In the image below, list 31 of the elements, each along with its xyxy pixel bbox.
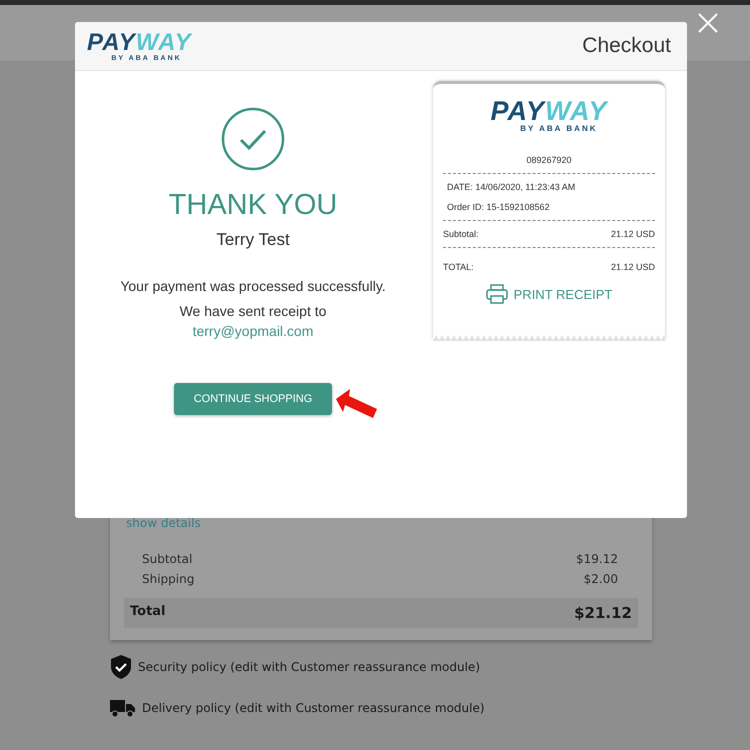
printer-icon xyxy=(486,284,508,304)
truck-icon xyxy=(110,698,136,718)
receipt-label: Subtotal: xyxy=(443,229,479,239)
check-circle-icon xyxy=(221,107,285,171)
customer-name: Terry Test xyxy=(216,230,290,250)
receipt-label: TOTAL: xyxy=(443,262,474,272)
total-value: $21.12 xyxy=(574,604,632,622)
receipt-number: 089267920 xyxy=(525,154,573,167)
success-message: Your payment was processed successfully. xyxy=(120,278,386,294)
total-label: Total xyxy=(130,604,166,621)
logo-wordmark: PAYWAY xyxy=(490,98,608,125)
summary-label: Shipping xyxy=(142,572,194,586)
receipt-value: 21.12 USD xyxy=(610,262,655,272)
policy-text: Security policy (edit with Customer reassurance module) xyxy=(138,660,480,674)
summary-value: $2.00 xyxy=(584,572,618,586)
receipt-value: 21.12 USD xyxy=(610,229,655,239)
email-link[interactable]: terry@yopmail.com xyxy=(192,323,314,339)
shield-check-icon xyxy=(110,654,132,680)
summary-value: $19.12 xyxy=(576,552,618,566)
dialog-title: Checkout xyxy=(582,34,671,58)
logo-wordmark: PAYWAY xyxy=(87,30,192,54)
thank-you-heading: THANK YOU xyxy=(168,189,338,222)
logo-tagline: BY ABA BANK xyxy=(520,125,598,133)
receipt-order-id: Order ID: 15-1592108562 xyxy=(446,201,551,214)
policy-text: Delivery policy (edit with Customer reassurance module) xyxy=(142,701,485,715)
receipt-date: DATE: 14/06/2020, 11:23:43 AM xyxy=(446,181,576,194)
continue-shopping-button[interactable]: CONTINUE SHOPPING xyxy=(174,383,332,415)
receipt-note: We have sent receipt to xyxy=(180,303,326,319)
print-receipt-button[interactable]: PRINT RECEIPT xyxy=(486,284,612,304)
close-button[interactable] xyxy=(697,12,719,34)
summary-label: Subtotal xyxy=(142,552,192,566)
